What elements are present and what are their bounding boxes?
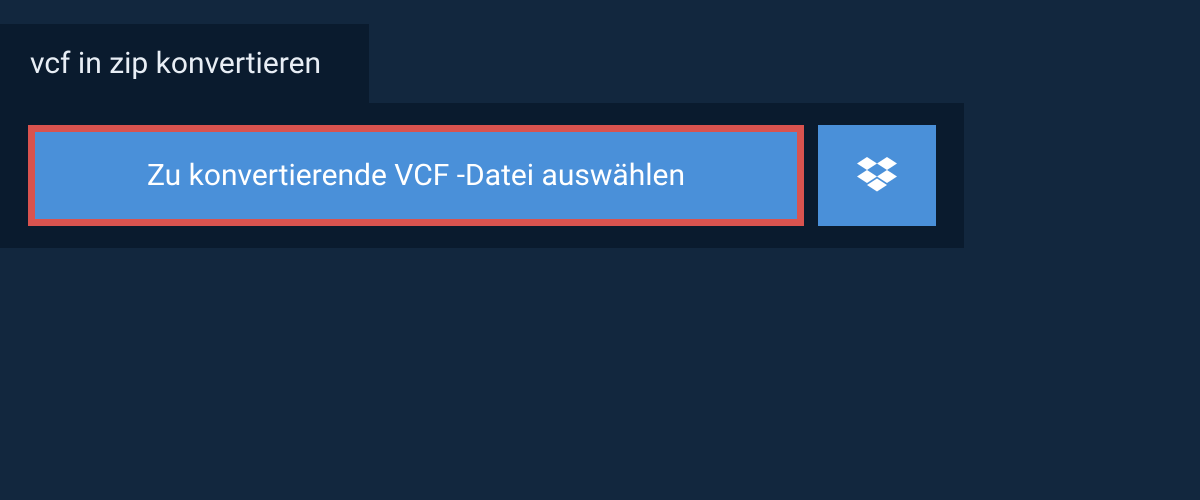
tab-header: vcf in zip konvertieren bbox=[0, 24, 369, 103]
tab-title: vcf in zip konvertieren bbox=[30, 46, 321, 81]
dropbox-button[interactable] bbox=[818, 125, 936, 226]
dropbox-icon bbox=[857, 157, 897, 195]
select-file-button[interactable]: Zu konvertierende VCF -Datei auswählen bbox=[28, 125, 804, 226]
upload-panel: Zu konvertierende VCF -Datei auswählen bbox=[0, 103, 964, 248]
